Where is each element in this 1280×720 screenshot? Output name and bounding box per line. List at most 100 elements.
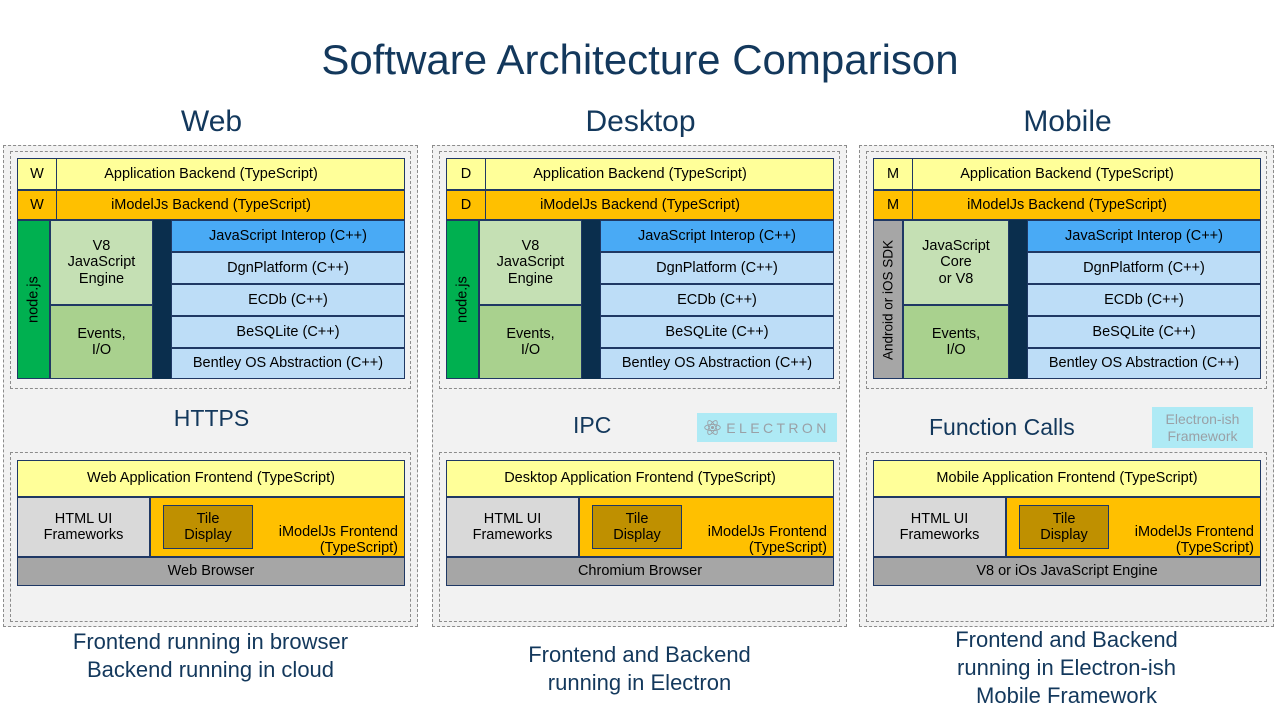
js-engine-web-line3: Engine <box>79 271 124 287</box>
native-row-desktop-3: BeSQLite (C++) <box>600 316 834 348</box>
js-engine-mobile-line2: Core <box>940 254 971 270</box>
caption-web-line2: Backend running in cloud <box>3 656 418 684</box>
native-divider-desktop <box>582 220 600 379</box>
host-desktop-label: Chromium Browser <box>578 563 702 579</box>
caption-web-line1: Frontend running in browser <box>3 628 418 656</box>
page-title: Software Architecture Comparison <box>0 36 1280 84</box>
js-engine-desktop-line3: Engine <box>508 271 553 287</box>
events-io-desktop: Events, I/O <box>479 305 582 379</box>
frontend-group-mobile: Mobile Application Frontend (TypeScript)… <box>866 452 1267 622</box>
tile-display-desktop-line2: Display <box>613 527 661 543</box>
electron-ish-framework-badge: Electron-ish Framework <box>1152 407 1253 448</box>
native-row-desktop-0: JavaScript Interop (C++) <box>600 220 834 252</box>
imodel-frontend-mobile-line1: iModelJs Frontend <box>1135 524 1254 540</box>
tile-display-mobile-line1: Tile <box>1053 511 1076 527</box>
imodel-frontend-web-line2: (TypeScript) <box>320 540 398 556</box>
events-io-web-line2: I/O <box>92 342 111 358</box>
badge-m-bottom-label: M <box>887 197 899 213</box>
badge-m-top: M <box>873 158 913 190</box>
badge-w-top: W <box>17 158 57 190</box>
native-row-web-3: BeSQLite (C++) <box>171 316 405 348</box>
html-ui-desktop: HTML UI Frameworks <box>446 497 579 557</box>
connector-label-web: HTTPS <box>4 405 419 432</box>
native-row-web-4: Bentley OS Abstraction (C++) <box>171 348 405 379</box>
native-row-mobile-2: ECDb (C++) <box>1027 284 1261 316</box>
native-row-mobile-3-label: BeSQLite (C++) <box>1092 324 1195 340</box>
imodel-frontend-mobile-line2: (TypeScript) <box>1176 540 1254 556</box>
events-io-web-line1: Events, <box>77 326 125 342</box>
column-header-web: Web <box>4 105 419 139</box>
html-ui-web-line2: Frameworks <box>44 527 124 543</box>
badge-d-bottom: D <box>446 190 486 220</box>
js-engine-web-line1: V8 <box>93 238 111 254</box>
html-ui-mobile-line2: Frameworks <box>900 527 980 543</box>
native-row-mobile-0: JavaScript Interop (C++) <box>1027 220 1261 252</box>
app-frontend-desktop-label: Desktop Application Frontend (TypeScript… <box>504 470 776 486</box>
frontend-group-web: Web Application Frontend (TypeScript) HT… <box>10 452 411 622</box>
nodejs-bar-desktop-label: node.js <box>454 276 470 323</box>
nodejs-bar-web-label: node.js <box>25 276 41 323</box>
html-ui-web: HTML UI Frameworks <box>17 497 150 557</box>
imodel-backend-web: iModelJs Backend (TypeScript) <box>17 190 405 220</box>
sdk-bar-mobile-label: Android or iOS SDK <box>880 239 895 359</box>
app-backend-desktop: Application Backend (TypeScript) <box>446 158 834 190</box>
native-divider-mobile <box>1009 220 1027 379</box>
native-row-mobile-4-label: Bentley OS Abstraction (C++) <box>1049 355 1239 371</box>
electron-logo-label: ELECTRON <box>726 420 829 436</box>
badge-d-top-label: D <box>461 166 471 182</box>
imodel-backend-mobile-label: iModelJs Backend (TypeScript) <box>967 197 1167 213</box>
html-ui-mobile: HTML UI Frameworks <box>873 497 1006 557</box>
app-backend-desktop-label: Application Backend (TypeScript) <box>533 166 747 182</box>
host-web-label: Web Browser <box>168 563 255 579</box>
native-row-desktop-2-label: ECDb (C++) <box>677 292 757 308</box>
native-row-mobile-3: BeSQLite (C++) <box>1027 316 1261 348</box>
events-io-desktop-line2: I/O <box>521 342 540 358</box>
host-mobile: V8 or iOs JavaScript Engine <box>873 557 1261 586</box>
badge-m-top-label: M <box>887 166 899 182</box>
imodel-frontend-desktop-line2: (TypeScript) <box>749 540 827 556</box>
caption-mobile-line1: Frontend and Backend <box>859 626 1274 654</box>
column-web: Web Application Backend (TypeScript) W i… <box>3 145 418 627</box>
sdk-bar-mobile: Android or iOS SDK <box>873 220 903 379</box>
native-row-web-0: JavaScript Interop (C++) <box>171 220 405 252</box>
js-engine-mobile-line3: or V8 <box>939 271 974 287</box>
native-row-desktop-4: Bentley OS Abstraction (C++) <box>600 348 834 379</box>
app-backend-mobile-label: Application Backend (TypeScript) <box>960 166 1174 182</box>
events-io-mobile-line2: I/O <box>946 342 965 358</box>
column-desktop: Desktop Application Backend (TypeScript)… <box>432 145 847 627</box>
native-row-desktop-4-label: Bentley OS Abstraction (C++) <box>622 355 812 371</box>
badge-w-bottom-label: W <box>30 197 44 213</box>
backend-group-desktop: Application Backend (TypeScript) D iMode… <box>439 151 840 389</box>
js-engine-web: V8 JavaScript Engine <box>50 220 153 305</box>
imodel-frontend-desktop-line1: iModelJs Frontend <box>708 524 827 540</box>
tile-display-mobile: Tile Display <box>1019 505 1109 549</box>
app-frontend-mobile-label: Mobile Application Frontend (TypeScript) <box>936 470 1197 486</box>
electron-atom-icon <box>704 419 721 436</box>
native-row-desktop-2: ECDb (C++) <box>600 284 834 316</box>
caption-desktop-line1: Frontend and Backend <box>432 641 847 669</box>
native-row-mobile-4: Bentley OS Abstraction (C++) <box>1027 348 1261 379</box>
electron-logo: ELECTRON <box>697 413 837 442</box>
host-mobile-label: V8 or iOs JavaScript Engine <box>976 563 1157 579</box>
html-ui-mobile-line1: HTML UI <box>911 511 968 527</box>
app-backend-web-label: Application Backend (TypeScript) <box>104 166 318 182</box>
native-row-desktop-1: DgnPlatform (C++) <box>600 252 834 284</box>
app-frontend-web-label: Web Application Frontend (TypeScript) <box>87 470 335 486</box>
column-header-desktop: Desktop <box>433 105 848 139</box>
js-engine-desktop: V8 JavaScript Engine <box>479 220 582 305</box>
tile-display-web-line1: Tile <box>197 511 220 527</box>
host-web: Web Browser <box>17 557 405 586</box>
caption-mobile-line3: Mobile Framework <box>859 682 1274 710</box>
nodejs-bar-desktop: node.js <box>446 220 479 379</box>
tile-display-mobile-line2: Display <box>1040 527 1088 543</box>
app-backend-mobile: Application Backend (TypeScript) <box>873 158 1261 190</box>
host-desktop: Chromium Browser <box>446 557 834 586</box>
events-io-mobile: Events, I/O <box>903 305 1009 379</box>
caption-desktop: Frontend and Backend running in Electron <box>432 641 847 697</box>
js-engine-desktop-line2: JavaScript <box>497 254 565 270</box>
native-row-mobile-2-label: ECDb (C++) <box>1104 292 1184 308</box>
native-row-web-2-label: ECDb (C++) <box>248 292 328 308</box>
caption-mobile: Frontend and Backend running in Electron… <box>859 626 1274 710</box>
native-row-web-1: DgnPlatform (C++) <box>171 252 405 284</box>
nodejs-bar-web: node.js <box>17 220 50 379</box>
